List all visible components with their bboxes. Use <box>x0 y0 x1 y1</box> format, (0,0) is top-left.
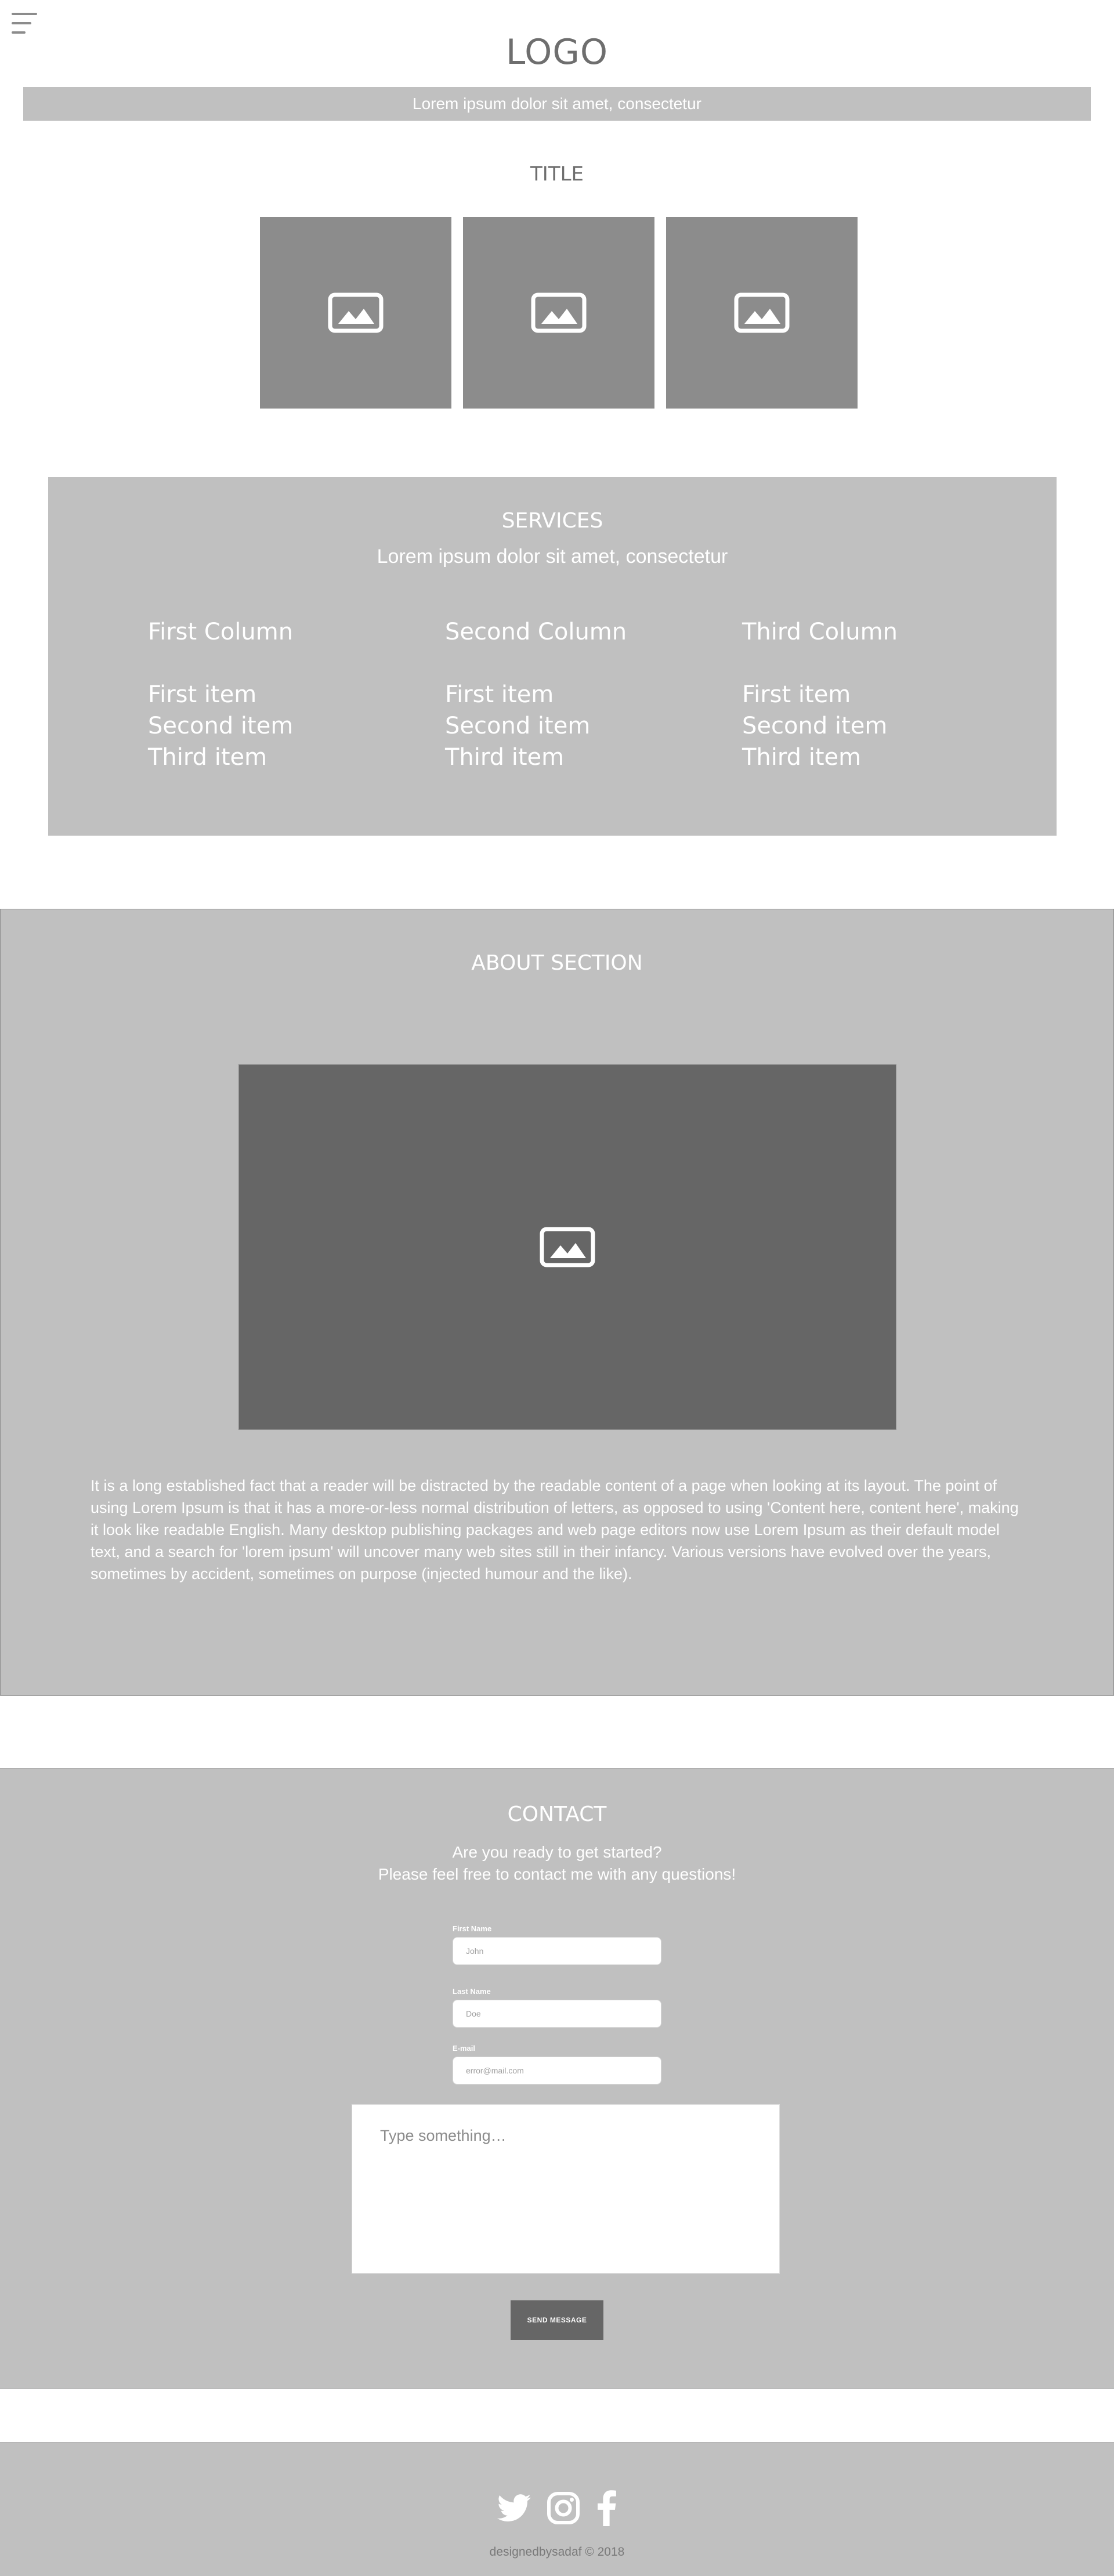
image-placeholder-icon <box>531 292 587 333</box>
image-placeholder-icon <box>734 292 790 333</box>
gallery-title: TITLE <box>530 162 584 186</box>
gallery-image-3[interactable] <box>666 217 858 409</box>
services-column-2: Second Column First item Second item Thi… <box>445 616 724 773</box>
list-item: First item <box>148 681 257 708</box>
column-heading: Third Column <box>742 619 898 645</box>
first-name-field[interactable] <box>453 1937 661 1965</box>
copyright: designedbysadaf © 2018 <box>489 2545 625 2559</box>
list-item: First item <box>742 681 851 708</box>
list-item: Third item <box>742 744 862 771</box>
list-item: First item <box>445 681 554 708</box>
image-placeholder-icon <box>540 1227 595 1267</box>
first-name-label: First Name <box>453 1924 492 1933</box>
last-name-label: Last Name <box>453 1987 491 1996</box>
services-column-1: First Column First item Second item Thir… <box>148 616 426 773</box>
about-image <box>238 1064 896 1430</box>
list-item: Second item <box>148 713 294 739</box>
services-column-3: Third Column First item Second item Thir… <box>742 616 1021 773</box>
about-title: ABOUT SECTION <box>471 951 643 975</box>
banner: Lorem ipsum dolor sit amet, consectetur <box>23 87 1091 121</box>
gallery-image-1[interactable] <box>260 217 451 409</box>
column-heading: Second Column <box>445 619 627 645</box>
footer: designedbysadaf © 2018 <box>0 2442 1114 2576</box>
email-field[interactable] <box>453 2057 661 2084</box>
about-body: It is a long established fact that a rea… <box>91 1477 1019 1583</box>
message-textarea[interactable] <box>352 2104 780 2274</box>
list-item: Second item <box>742 713 888 739</box>
email-label: E-mail <box>453 2044 476 2053</box>
contact-title: CONTACT <box>507 1802 607 1826</box>
column-heading: First Column <box>148 619 294 645</box>
contact-intro-line-1: Are you ready to get started? <box>452 1843 662 1861</box>
twitter-icon[interactable] <box>497 2494 531 2526</box>
instagram-icon[interactable] <box>546 2491 581 2528</box>
image-placeholder-icon <box>328 292 384 333</box>
gallery-image-2[interactable] <box>463 217 654 409</box>
about-section: ABOUT SECTION It is a long established f… <box>0 909 1114 1696</box>
services-section: SERVICES Lorem ipsum dolor sit amet, con… <box>48 477 1057 836</box>
list-item: Second item <box>445 713 591 739</box>
list-item: Third item <box>445 744 565 771</box>
contact-intro-line-2: Please feel free to contact me with any … <box>378 1865 736 1883</box>
logo[interactable]: LOGO <box>0 32 1114 73</box>
list-item: Third item <box>148 744 267 771</box>
social-links <box>0 2490 1114 2529</box>
hamburger-menu-icon[interactable] <box>12 13 37 34</box>
services-title: SERVICES <box>501 509 603 533</box>
facebook-icon[interactable] <box>596 2490 617 2529</box>
services-subtitle: Lorem ipsum dolor sit amet, consectetur <box>377 545 728 568</box>
send-message-button[interactable]: SEND MESSAGE <box>511 2300 603 2340</box>
contact-section: CONTACT Are you ready to get started? Pl… <box>0 1768 1114 2389</box>
last-name-field[interactable] <box>453 2000 661 2028</box>
